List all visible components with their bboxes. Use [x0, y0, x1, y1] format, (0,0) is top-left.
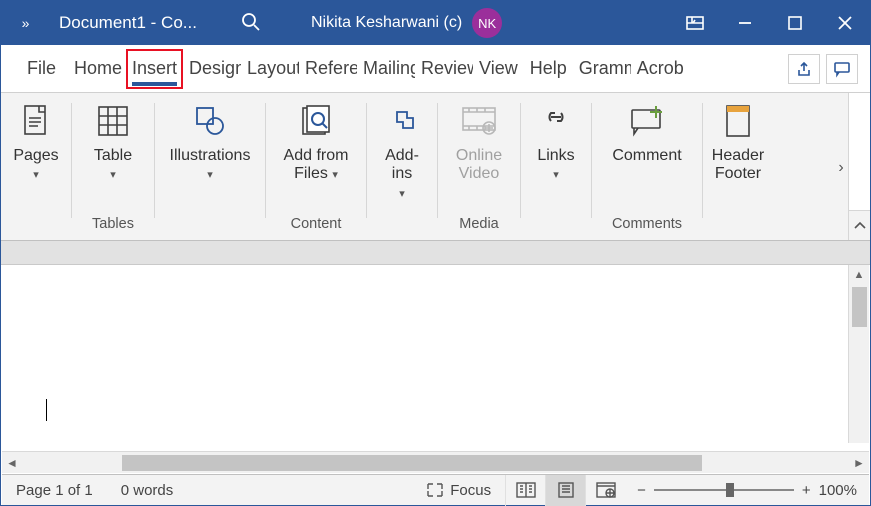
user-name: Nikita Kesharwani (c) — [311, 14, 462, 32]
addins-icon — [382, 101, 422, 141]
print-layout-icon[interactable] — [545, 475, 585, 506]
titlebar-overflow[interactable]: » — [1, 15, 51, 31]
zoom-in-button[interactable]: + — [802, 482, 811, 499]
avatar[interactable]: NK — [472, 8, 502, 38]
scroll-left-icon[interactable]: ◄ — [2, 456, 22, 470]
header-footer-button[interactable]: Header Footer — [708, 101, 768, 184]
link-icon — [536, 101, 576, 141]
focus-mode-button[interactable]: Focus — [412, 482, 505, 499]
header-footer-label: Header Footer — [712, 147, 764, 184]
tab-design[interactable]: Design — [183, 49, 241, 89]
comments-icon[interactable] — [826, 54, 858, 84]
chevron-down-icon: ▾ — [110, 169, 116, 181]
comment-label: Comment — [612, 147, 681, 165]
ruler[interactable] — [1, 241, 870, 265]
pages-label: Pages — [13, 147, 58, 164]
group-media-label: Media — [459, 216, 499, 238]
status-bar: Page 1 of 1 0 words Focus − + 100% — [2, 474, 869, 505]
ribbon-display-icon[interactable] — [670, 1, 720, 45]
hscroll-thumb[interactable] — [122, 455, 702, 471]
zoom-out-button[interactable]: − — [637, 482, 646, 499]
chevron-down-icon: ▾ — [399, 188, 405, 200]
word-count[interactable]: 0 words — [107, 482, 188, 499]
text-cursor — [46, 399, 47, 421]
collapse-ribbon-icon[interactable] — [848, 210, 870, 240]
links-button[interactable]: Links ▾ — [532, 101, 580, 184]
tab-review[interactable]: Review — [415, 49, 473, 89]
tab-help[interactable]: Help — [524, 49, 573, 89]
web-layout-icon[interactable] — [585, 475, 625, 506]
chevron-down-icon: ▾ — [553, 169, 559, 181]
zoom-slider-knob[interactable] — [726, 483, 734, 497]
tab-acrobat[interactable]: Acrob — [631, 49, 689, 89]
tab-grammarly[interactable]: Gramm — [573, 49, 631, 89]
ribbon-overflow-right[interactable]: › — [834, 153, 848, 183]
illustrations-button[interactable]: Illustrations ▾ — [166, 101, 255, 184]
tab-view[interactable]: View — [473, 49, 524, 89]
tab-references[interactable]: Refere — [299, 49, 357, 89]
tab-home[interactable]: Home — [68, 49, 126, 89]
tab-layout[interactable]: Layout — [241, 49, 299, 89]
zoom-percentage[interactable]: 100% — [819, 482, 857, 499]
zoom-slider[interactable] — [654, 489, 794, 491]
ribbon: Pages ▾ Table ▾ Tables Illustrations ▾ — [1, 93, 870, 241]
document-page[interactable] — [2, 265, 848, 443]
vscroll-thumb[interactable] — [852, 287, 867, 327]
new-comment-icon — [627, 101, 667, 141]
table-label: Table — [94, 147, 132, 164]
reuse-files-icon — [296, 101, 336, 141]
header-footer-icon — [718, 101, 758, 141]
addins-button[interactable]: Add-ins ▾ — [377, 101, 427, 202]
links-label: Links — [537, 147, 574, 164]
tab-file[interactable]: File — [21, 49, 62, 89]
chevron-down-icon: ▾ — [207, 169, 213, 181]
focus-label: Focus — [450, 482, 491, 499]
illustrations-label: Illustrations — [170, 147, 251, 164]
group-content-label: Content — [291, 216, 342, 238]
page-indicator[interactable]: Page 1 of 1 — [2, 482, 107, 499]
read-mode-icon[interactable] — [505, 475, 545, 506]
tab-mailings[interactable]: Mailing — [357, 49, 415, 89]
addins-label: Add-ins — [385, 147, 419, 182]
tab-insert[interactable]: Insert — [126, 49, 183, 89]
pages-icon — [16, 101, 56, 141]
online-video-icon — [459, 101, 499, 141]
share-icon[interactable] — [788, 54, 820, 84]
scroll-right-icon[interactable]: ► — [849, 456, 869, 470]
group-tables-label: Tables — [92, 216, 134, 238]
close-icon[interactable] — [820, 1, 870, 45]
online-video-button: Online Video — [448, 101, 510, 184]
table-button[interactable]: Table ▾ — [89, 101, 137, 184]
tab-insert-label: Insert — [132, 58, 177, 79]
horizontal-scrollbar[interactable]: ◄ ► — [2, 451, 869, 473]
document-title: Document1 - Co... — [51, 13, 221, 33]
chevron-down-icon: ▾ — [33, 169, 39, 181]
ribbon-tabs: File Home Insert Design Layout Refere Ma… — [1, 45, 870, 93]
maximize-icon[interactable] — [770, 1, 820, 45]
pages-button[interactable]: Pages ▾ — [9, 101, 62, 184]
add-from-files-button[interactable]: Add from Files ▾ — [276, 101, 356, 184]
vertical-scrollbar[interactable]: ▲ — [848, 265, 869, 443]
comment-button[interactable]: Comment — [608, 101, 685, 165]
shapes-icon — [190, 101, 230, 141]
search-icon[interactable] — [221, 12, 281, 35]
table-icon — [93, 101, 133, 141]
group-comments-label: Comments — [612, 216, 682, 238]
chevron-down-icon: ▾ — [332, 169, 338, 181]
scroll-up-icon[interactable]: ▲ — [849, 265, 869, 285]
online-video-label: Online Video — [452, 147, 506, 184]
focus-icon — [426, 482, 444, 498]
minimize-icon[interactable] — [720, 1, 770, 45]
add-from-files-label: Add from Files — [284, 147, 349, 182]
